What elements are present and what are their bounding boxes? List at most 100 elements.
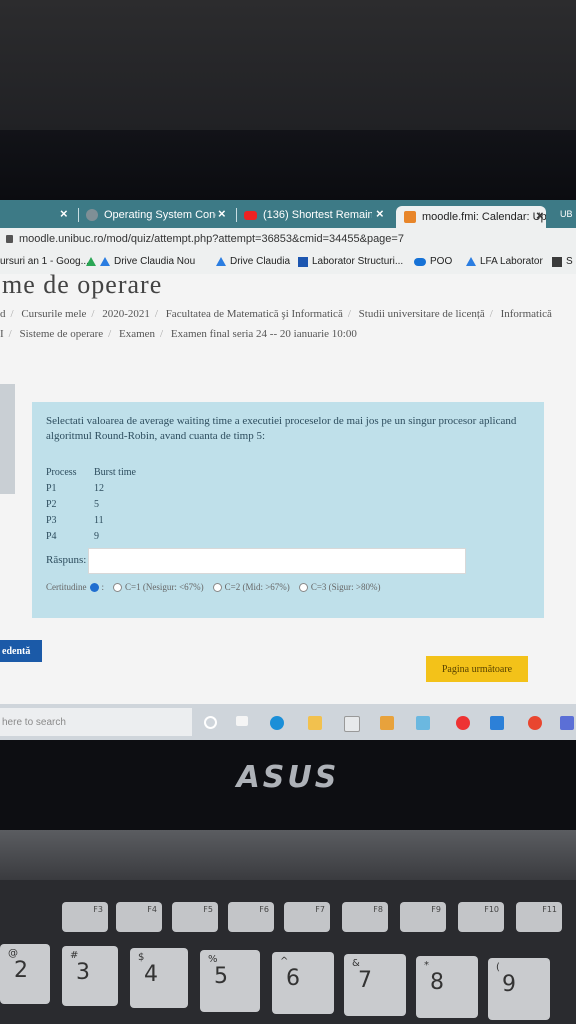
tab-edge-label: UB [560,209,573,219]
moodle-icon [404,211,416,223]
function-key[interactable]: F9 [400,902,446,932]
mail-icon[interactable] [490,716,504,730]
breadcrumb-link[interactable]: Studii universitare de licență [359,308,485,320]
tab-close-icon[interactable]: × [536,208,544,223]
bookmark-app-icon [552,256,562,267]
function-key[interactable]: F3 [62,902,108,932]
certainty-radio-3[interactable] [298,582,308,592]
table-header-row: Process Burst time [46,464,136,480]
key-6[interactable]: ^ 6 [272,952,334,1014]
task-view-icon[interactable] [236,716,248,726]
bookmark-item[interactable]: Laborator Structuri... [298,256,403,267]
globe-icon [86,209,98,221]
function-key[interactable]: F7 [284,902,330,932]
breadcrumb-link[interactable]: Examen final seria 24 -- 20 ianuarie 10:… [171,328,357,340]
certainty-option-label[interactable]: C=1 (Nesigur: <67%) [125,582,204,592]
next-page-button[interactable]: Pagina următoare [426,656,528,682]
breadcrumb-link[interactable]: Sisteme de operare [19,328,103,340]
taskbar-search-input[interactable]: here to search [0,708,192,736]
certainty-row: Certitudine : C=1 (Nesigur: <67%) C=2 (M… [46,582,381,592]
certainty-radio-1[interactable] [113,582,123,592]
laptop-screen: × Operating System Concept × (136) Short… [0,200,576,740]
breadcrumb: I / Sisteme de operare / Examen / Examen fi… [0,328,357,340]
tab-close-icon[interactable]: × [218,206,226,221]
laptop-bezel-top [0,130,576,202]
windows-taskbar: here to search [0,704,576,740]
function-key[interactable]: F5 [172,902,218,932]
table-header: Process [46,466,77,478]
table-row: P2 5 [46,498,99,510]
url-text[interactable]: moodle.unibuc.ro/mod/quiz/attempt.php?at… [19,233,404,245]
key-2[interactable]: @ 2 [0,944,50,1004]
bookmark-item[interactable]: POO [414,256,452,267]
drive-icon [100,257,110,266]
function-key[interactable]: F11 [516,902,562,932]
question-text: Selectati valoarea de average waiting ti… [46,415,517,442]
breadcrumb-link[interactable]: Cursurile mele [21,308,86,320]
tab-moodle-calendar[interactable]: moodle.fmi: Calendar: Upc [396,206,546,228]
function-key[interactable]: F6 [228,902,274,932]
drive-icon [466,257,476,266]
function-key[interactable]: F10 [458,902,504,932]
breadcrumb-link[interactable]: Examen [119,328,155,340]
page-title: me de operare [2,270,163,299]
brand-logo: ASUS [236,760,340,795]
cortana-icon[interactable] [204,716,217,729]
tab-separator [78,208,79,222]
teams-icon[interactable] [560,716,574,730]
breadcrumb-link[interactable]: 2020-2021 [102,308,150,320]
drive-icon [86,257,96,266]
browser-tab-bar: × Operating System Concept × (136) Short… [0,200,576,228]
table-row: P3 11 [46,514,104,526]
table-row: P1 12 [46,482,104,494]
tab-youtube-srtf[interactable]: (136) Shortest Remaining T [244,204,372,226]
store-icon[interactable] [344,716,360,732]
breadcrumb: d / Cursurile mele/ 2020-2021/ Facultatea… [0,308,552,320]
chrome-icon[interactable] [528,716,542,730]
table-header: Burst time [94,466,136,478]
function-key[interactable]: F8 [342,902,388,932]
table-row: P4 9 [46,530,99,542]
answer-label: Răspuns: [46,554,87,566]
previous-page-button[interactable]: edentă [0,640,42,662]
bookmark-item[interactable]: LFA Laborator [466,256,543,267]
drive-icon [216,257,226,266]
address-bar[interactable]: moodle.unibuc.ro/mod/quiz/attempt.php?at… [0,228,576,250]
tab-separator [236,208,237,222]
moodle-page: me de operare d / Cursurile mele/ 2020-20… [0,270,576,740]
function-key[interactable]: F4 [116,902,162,932]
bookmark-app-icon [298,256,308,267]
lock-icon [6,235,13,243]
cloud-icon [414,257,426,266]
breadcrumb-link[interactable]: Informatică [501,308,552,320]
tab-close-icon[interactable]: × [60,206,68,221]
bookmark-item[interactable]: Drive Claudia Nou [86,256,195,267]
key-9[interactable]: ( 9 [488,958,550,1020]
edge-icon[interactable] [270,716,284,730]
help-icon[interactable] [89,582,99,592]
certainty-option-label[interactable]: C=2 (Mid: >67%) [225,582,290,592]
breadcrumb-link[interactable]: Facultatea de Matematică şi Informatică [166,308,343,320]
app-icon[interactable] [456,716,470,730]
key-5[interactable]: % 5 [200,950,260,1012]
key-8[interactable]: * 8 [416,956,478,1018]
key-3[interactable]: # 3 [62,946,118,1006]
process-table: Process Burst time P1 12 P2 5 P3 11 P4 9 [46,464,136,544]
app-icon[interactable] [380,716,394,730]
bookmark-item[interactable]: ursuri an 1 - Goog... [0,256,89,267]
key-7[interactable]: & 7 [344,954,406,1016]
answer-input[interactable] [88,548,466,574]
youtube-icon [244,210,257,220]
tab-close-icon[interactable]: × [376,206,384,221]
bookmark-item[interactable]: Drive Claudia [216,256,290,267]
bookmark-item[interactable]: S [552,256,573,267]
question-box: Selectati valoarea de average waiting ti… [32,402,544,618]
key-4[interactable]: $ 4 [130,948,188,1008]
tab-operating-system[interactable]: Operating System Concept [86,204,216,226]
folder-icon[interactable] [308,716,322,730]
certainty-radio-2[interactable] [212,582,222,592]
certainty-label: Certitudine [46,582,87,592]
certainty-option-label[interactable]: C=3 (Sigur: >80%) [311,582,381,592]
app-icon[interactable] [416,716,430,730]
question-info-panel [0,384,15,494]
